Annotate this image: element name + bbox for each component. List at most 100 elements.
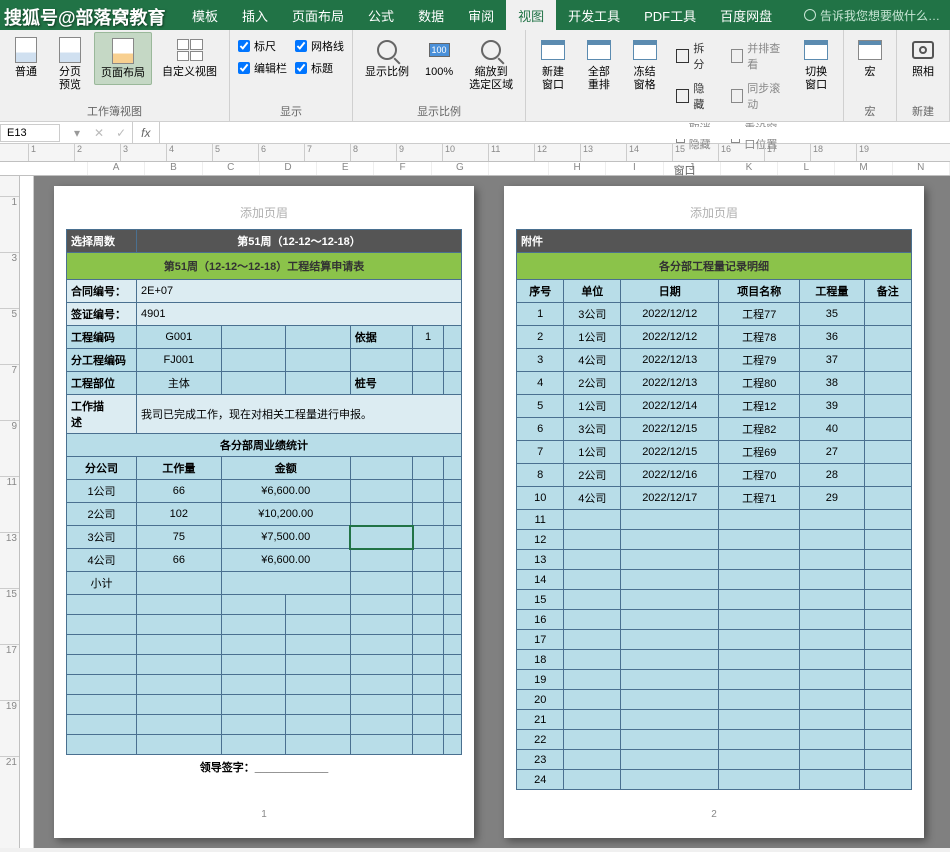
part-value[interactable]: 主体: [137, 372, 222, 395]
detail-cell[interactable]: 3: [517, 349, 564, 372]
detail-cell[interactable]: 1: [517, 303, 564, 326]
window-small-0[interactable]: 拆分: [672, 38, 719, 74]
detail-cell[interactable]: 7: [517, 441, 564, 464]
detail-cell[interactable]: 2022/12/13: [621, 349, 719, 372]
stats-cell[interactable]: 2公司: [67, 503, 137, 526]
check-0[interactable]: 标尺: [238, 38, 287, 54]
detail-cell[interactable]: [864, 395, 911, 418]
col-J[interactable]: J: [664, 162, 721, 175]
view-button-1[interactable]: 分页 预览: [50, 32, 90, 96]
stats-cell[interactable]: 66: [137, 480, 222, 503]
detail-cell[interactable]: [864, 441, 911, 464]
detail-cell[interactable]: 工程77: [719, 303, 800, 326]
detail-cell[interactable]: [864, 326, 911, 349]
detail-cell[interactable]: 8: [517, 464, 564, 487]
menu-tab-8[interactable]: PDF工具: [632, 0, 708, 32]
desc-value[interactable]: 我司已完成工作，现在对相关工程量进行申报。: [137, 395, 462, 434]
zoom-button-2[interactable]: 缩放到 选定区域: [463, 32, 519, 96]
col-E[interactable]: E: [317, 162, 374, 175]
detail-cell[interactable]: 2: [517, 326, 564, 349]
detail-cell[interactable]: 工程78: [719, 326, 800, 349]
tell-me-search[interactable]: 告诉我您想要做什么…: [804, 7, 950, 24]
detail-cell[interactable]: [864, 303, 911, 326]
fx-icon[interactable]: fx: [132, 122, 159, 143]
detail-cell[interactable]: 2022/12/15: [621, 418, 719, 441]
col-L[interactable]: L: [778, 162, 835, 175]
detail-cell[interactable]: 3公司: [564, 418, 621, 441]
page-layout-area[interactable]: 添加页眉 选择周数第51周（12-12～12-18） 第51周（12-12～12…: [34, 176, 950, 848]
detail-cell[interactable]: 38: [800, 372, 864, 395]
detail-cell[interactable]: 29: [800, 487, 864, 510]
detail-cell[interactable]: 37: [800, 349, 864, 372]
row-num[interactable]: 14: [517, 570, 564, 590]
detail-cell[interactable]: 3公司: [564, 303, 621, 326]
row-num[interactable]: 15: [517, 590, 564, 610]
detail-cell[interactable]: 1公司: [564, 395, 621, 418]
detail-cell[interactable]: 工程71: [719, 487, 800, 510]
zoom-button-1[interactable]: 100100%: [419, 32, 459, 83]
stats-cell[interactable]: 4公司: [67, 549, 137, 572]
col-G[interactable]: G: [432, 162, 489, 175]
detail-cell[interactable]: 27: [800, 441, 864, 464]
detail-cell[interactable]: 35: [800, 303, 864, 326]
detail-cell[interactable]: 36: [800, 326, 864, 349]
formula-input[interactable]: [160, 127, 950, 139]
macro-button[interactable]: 宏: [850, 32, 890, 83]
stats-cell[interactable]: 66: [137, 549, 222, 572]
proj-value[interactable]: G001: [137, 326, 222, 349]
row-num[interactable]: 13: [517, 550, 564, 570]
detail-cell[interactable]: 工程82: [719, 418, 800, 441]
stats-cell[interactable]: ¥10,200.00: [221, 503, 350, 526]
page-header-2[interactable]: 添加页眉: [516, 196, 912, 229]
row-num[interactable]: 11: [517, 510, 564, 530]
name-box[interactable]: [0, 124, 60, 142]
row-num[interactable]: 21: [517, 710, 564, 730]
detail-cell[interactable]: 2022/12/14: [621, 395, 719, 418]
row-num[interactable]: 23: [517, 750, 564, 770]
check-1[interactable]: 编辑栏: [238, 60, 287, 76]
check-3[interactable]: 标题: [295, 60, 344, 76]
menu-tab-9[interactable]: 百度网盘: [708, 0, 784, 32]
row-num[interactable]: 24: [517, 770, 564, 790]
detail-cell[interactable]: 10: [517, 487, 564, 510]
detail-cell[interactable]: 2022/12/17: [621, 487, 719, 510]
stats-cell[interactable]: ¥6,600.00: [221, 549, 350, 572]
detail-cell[interactable]: [864, 349, 911, 372]
col-D[interactable]: D: [260, 162, 317, 175]
detail-cell[interactable]: [864, 372, 911, 395]
stats-cell[interactable]: 75: [137, 526, 222, 549]
detail-cell[interactable]: 2022/12/16: [621, 464, 719, 487]
window-button-0[interactable]: 新建窗口: [532, 32, 574, 96]
switch-window-button[interactable]: 切换窗口: [795, 32, 837, 96]
detail-cell[interactable]: 4公司: [564, 487, 621, 510]
col-A[interactable]: A: [88, 162, 145, 175]
stats-cell[interactable]: ¥6,600.00: [221, 480, 350, 503]
col-N[interactable]: N: [893, 162, 950, 175]
detail-cell[interactable]: 40: [800, 418, 864, 441]
menu-tab-2[interactable]: 页面布局: [280, 0, 356, 32]
detail-cell[interactable]: 28: [800, 464, 864, 487]
detail-cell[interactable]: 2022/12/15: [621, 441, 719, 464]
row-num[interactable]: 20: [517, 690, 564, 710]
row-num[interactable]: 12: [517, 530, 564, 550]
row-num[interactable]: 19: [517, 670, 564, 690]
window-button-2[interactable]: 冻结窗格: [624, 32, 666, 96]
col-I[interactable]: I: [606, 162, 663, 175]
col-M[interactable]: M: [835, 162, 892, 175]
detail-cell[interactable]: 4公司: [564, 349, 621, 372]
detail-cell[interactable]: 工程80: [719, 372, 800, 395]
detail-cell[interactable]: 1公司: [564, 441, 621, 464]
detail-cell[interactable]: 4: [517, 372, 564, 395]
menu-tab-1[interactable]: 插入: [230, 0, 280, 32]
check-2[interactable]: 网格线: [295, 38, 344, 54]
visa-value[interactable]: 4901: [137, 303, 462, 326]
col-B[interactable]: B: [145, 162, 202, 175]
detail-cell[interactable]: 2022/12/12: [621, 326, 719, 349]
row-num[interactable]: 17: [517, 630, 564, 650]
detail-cell[interactable]: 2022/12/13: [621, 372, 719, 395]
window-button-1[interactable]: 全部重排: [578, 32, 620, 96]
col-F[interactable]: F: [374, 162, 431, 175]
active-cell-e13[interactable]: [350, 526, 413, 549]
window-small-1[interactable]: 隐藏: [672, 78, 719, 114]
view-button-3[interactable]: 自定义视图: [156, 32, 223, 83]
